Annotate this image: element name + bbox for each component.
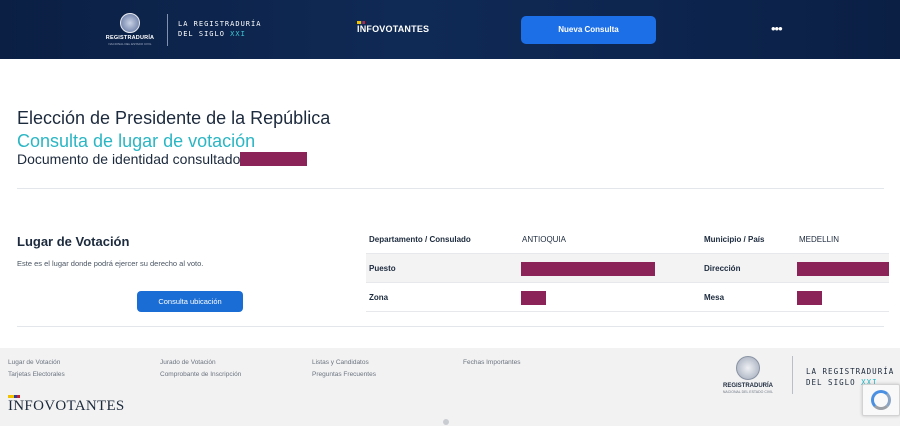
recaptcha-badge[interactable] [862, 384, 900, 416]
redacted-zona [521, 291, 546, 305]
table-row: Departamento / Consulado ANTIOQUIA Munic… [366, 225, 889, 254]
table-row: Puesto Dirección [366, 254, 889, 283]
logo-divider [167, 14, 168, 46]
municipio-label: Municipio / País [704, 235, 765, 244]
colombia-flag-icon [8, 395, 20, 398]
redacted-puesto [521, 262, 655, 276]
page-subtitle: Consulta de lugar de votación [17, 131, 256, 151]
footer-logo-divider [792, 356, 793, 394]
footer-link-comprobante-inscripcion[interactable]: Comprobante de Inscripción [160, 371, 241, 378]
infovotantes-text: INFOVOTANTES [357, 24, 430, 34]
nueva-consulta-button[interactable]: Nueva Consulta [521, 16, 656, 44]
row-divider [366, 311, 889, 312]
departamento-value: ANTIOQUIA [522, 235, 567, 244]
footer-link-listas-candidatos[interactable]: Listas y Candidatos [312, 359, 369, 366]
footer-logo-subtext: NACIONAL DEL ESTADO CIVIL [722, 390, 774, 394]
logo-text: REGISTRADURÍA [105, 35, 155, 41]
footer-link-lugar-votacion[interactable]: Lugar de Votación [8, 359, 60, 366]
section-divider [17, 188, 884, 189]
registraduria-logo[interactable]: REGISTRADURÍA NACIONAL DEL ESTADO CIVIL [104, 13, 156, 47]
coat-of-arms-icon [120, 13, 140, 33]
footer-link-tarjetas-electorales[interactable]: Tarjetas Electorales [8, 371, 65, 378]
footer-siglo-line1: LA REGISTRADURÍA [806, 367, 895, 376]
document-label: Documento de identidad consultado: [17, 151, 245, 167]
top-navigation-bar: REGISTRADURÍA NACIONAL DEL ESTADO CIVIL … [0, 0, 900, 59]
coat-of-arms-icon [736, 356, 760, 380]
consulta-ubicacion-button[interactable]: Consulta ubicación [137, 291, 243, 312]
lugar-votacion-description: Este es el lugar donde podrá ejercer su … [17, 259, 204, 268]
footer-infovotantes-logo[interactable]: INFOVOTANTES [8, 395, 125, 415]
footer-logo-text: REGISTRADURÍA [722, 383, 773, 389]
redacted-mesa [797, 291, 822, 305]
siglo-xxi: XXI [230, 30, 246, 38]
redacted-direccion [797, 262, 889, 276]
zona-label: Zona [369, 293, 389, 302]
siglo-line1: LA REGISTRADURÍA [178, 20, 262, 28]
lugar-votacion-heading: Lugar de Votación [17, 234, 130, 249]
logo-subtext: NACIONAL DEL ESTADO CIVIL [108, 42, 152, 46]
page-title: Elección de Presidente de la República [17, 108, 331, 128]
siglo-xxi-logo: LA REGISTRADURÍA DEL SIGLO XXI [178, 19, 261, 39]
footer-siglo-line2: DEL SIGLO [806, 378, 856, 387]
direccion-label: Dirección [704, 264, 741, 273]
redacted-document-number [240, 152, 307, 166]
footer-infovotantes-text: INFOVOTANTES [8, 398, 125, 414]
footer-link-preguntas-frecuentes[interactable]: Preguntas Frecuentes [312, 371, 376, 378]
recaptcha-icon [871, 390, 891, 410]
voting-location-table: Departamento / Consulado ANTIOQUIA Munic… [366, 225, 889, 312]
puesto-label: Puesto [369, 264, 396, 273]
departamento-label: Departamento / Consulado [369, 235, 471, 244]
scroll-indicator-icon [443, 419, 449, 425]
footer-link-fechas-importantes[interactable]: Fechas Importantes [463, 359, 520, 366]
siglo-line2: DEL SIGLO [178, 30, 225, 38]
footer-link-jurado-votacion[interactable]: Jurado de Votación [160, 359, 216, 366]
section-divider [17, 326, 884, 327]
infovotantes-logo[interactable]: INFOVOTANTES [357, 21, 430, 34]
more-options-icon[interactable]: ••• [771, 22, 783, 36]
municipio-value: MEDELLIN [799, 235, 840, 244]
mesa-label: Mesa [704, 293, 725, 302]
colombia-flag-icon [357, 21, 365, 24]
footer-registraduria-logo: REGISTRADURÍA NACIONAL DEL ESTADO CIVIL [716, 356, 780, 396]
table-row: Zona Mesa [366, 283, 889, 312]
